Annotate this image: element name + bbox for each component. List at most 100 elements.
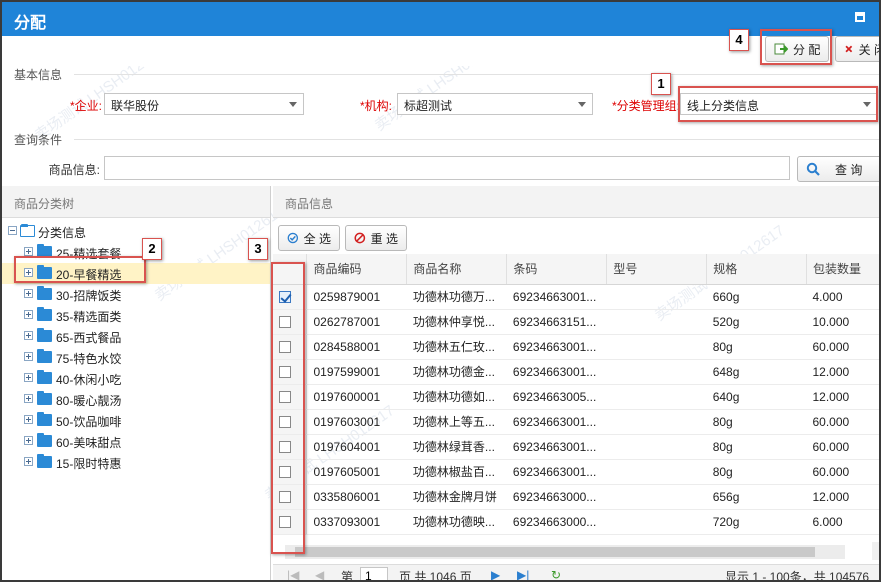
table-cell: 69234663005... — [506, 384, 607, 410]
folder-icon — [37, 307, 52, 321]
assign-button[interactable]: 分 配 — [765, 36, 830, 62]
row-checkbox[interactable] — [279, 291, 291, 304]
table-row[interactable]: 0284588001 功德林五仁玫... 69234663001... 80g 60.0… — [273, 334, 879, 360]
expand-icon[interactable] — [24, 247, 33, 256]
column-header[interactable]: 商品编码 — [306, 254, 408, 285]
row-checkbox[interactable] — [279, 341, 291, 354]
expand-icon[interactable] — [24, 457, 33, 466]
refresh-icon[interactable]: ↻ — [551, 568, 561, 580]
annotation-badge-3: 3 — [248, 238, 268, 260]
row-checkbox[interactable] — [279, 416, 291, 429]
prev-page-icon[interactable]: ◀ — [315, 568, 324, 580]
expand-icon[interactable] — [24, 352, 33, 361]
tree-item[interactable]: 60-美味甜点 — [2, 431, 270, 452]
expand-icon[interactable] — [24, 289, 33, 298]
column-header[interactable]: 商品名称 — [406, 254, 508, 285]
table-row[interactable]: 0335806001 功德林金牌月饼 69234663000... 656g 12.00… — [273, 484, 879, 510]
tree-item[interactable]: 25-精选套餐 — [2, 242, 270, 263]
table-cell — [606, 484, 707, 510]
expand-icon[interactable] — [24, 331, 33, 340]
select-all-label: 全 选 — [303, 231, 331, 246]
row-checkbox-cell[interactable] — [273, 284, 308, 310]
column-header[interactable]: 条码 — [506, 254, 608, 285]
scroll-thumb[interactable] — [295, 547, 815, 557]
row-checkbox[interactable] — [279, 441, 291, 454]
row-checkbox-cell[interactable] — [273, 434, 308, 460]
expand-icon[interactable] — [24, 373, 33, 382]
page-number-input[interactable] — [360, 567, 388, 580]
table-row[interactable]: 0197605001 功德林椒盐百... 69234663001... 80g 60.0… — [273, 459, 879, 485]
row-checkbox-cell[interactable] — [273, 459, 308, 485]
collapse-icon[interactable] — [8, 226, 17, 235]
tree-item[interactable]: 75-特色水饺 — [2, 347, 270, 368]
tree-item[interactable]: 65-西式餐品 — [2, 326, 270, 347]
org-select[interactable]: 标超测试 — [397, 93, 593, 115]
table-cell: 0262787001 — [306, 309, 407, 335]
row-checkbox[interactable] — [279, 516, 291, 529]
tree-item[interactable]: 50-饮品咖啡 — [2, 410, 270, 431]
divider — [74, 74, 879, 75]
row-checkbox-cell[interactable] — [273, 409, 308, 435]
enterprise-select[interactable]: 联华股份 — [104, 93, 304, 115]
select-all-button[interactable]: 全 选 — [278, 225, 340, 251]
row-checkbox-cell[interactable] — [273, 384, 308, 410]
tree-item-selected[interactable]: 20-早餐精选 — [2, 263, 270, 284]
last-page-icon[interactable]: ▶| — [517, 568, 529, 580]
table-row[interactable]: 0197604001 功德林绿茸香... 69234663001... 80g 60.0… — [273, 434, 879, 460]
table-cell: 功德林椒盐百... — [406, 459, 507, 485]
table-cell — [606, 384, 707, 410]
maximize-icon[interactable] — [855, 12, 865, 22]
table-row[interactable]: 0337093001 功德林功德映... 69234663000... 720g 6.0… — [273, 509, 879, 535]
table-row[interactable]: 0197600001 功德林功德如... 69234663005... 640g 12.… — [273, 384, 879, 410]
table-cell: 80g — [706, 334, 807, 360]
table-row[interactable]: 0197599001 功德林功德金... 69234663001... 648g 12.… — [273, 359, 879, 385]
table-cell: 80g — [706, 434, 807, 460]
tree-item-label: 30-招牌饭类 — [56, 289, 122, 303]
vertical-scrollbar[interactable] — [872, 542, 879, 560]
row-checkbox-cell[interactable] — [273, 334, 308, 360]
row-checkbox[interactable] — [279, 366, 291, 379]
column-header[interactable]: 规格 — [706, 254, 807, 285]
product-grid: 商品编码 商品名称 条码 型号 规格 包装数量 0259879001 功德林功德万… — [273, 254, 879, 544]
reselect-button[interactable]: 重 选 — [345, 225, 407, 251]
tree-item-label: 50-饮品咖啡 — [56, 415, 122, 429]
product-table: 商品编码 商品名称 条码 型号 规格 包装数量 0259879001 功德林功德万… — [273, 254, 879, 535]
divider — [74, 139, 879, 140]
row-checkbox-cell[interactable] — [273, 509, 308, 535]
tree-item[interactable]: 80-暖心靓汤 — [2, 389, 270, 410]
expand-icon[interactable] — [24, 415, 33, 424]
table-row[interactable]: 0197603001 功德林上等五... 69234663001... 80g 60.0… — [273, 409, 879, 435]
category-group-select[interactable]: 线上分类信息 — [680, 93, 878, 115]
section-query: 查询条件 — [14, 133, 63, 147]
tree-item[interactable]: 40-休闲小吃 — [2, 368, 270, 389]
row-checkbox-cell[interactable] — [273, 484, 308, 510]
horizontal-scrollbar[interactable] — [285, 545, 845, 559]
table-cell: 功德林功德金... — [406, 359, 507, 385]
tree-item[interactable]: 35-精选面类 — [2, 305, 270, 326]
expand-icon[interactable] — [24, 436, 33, 445]
annotation-badge-1: 1 — [651, 73, 671, 95]
table-cell: 640g — [706, 384, 807, 410]
expand-icon[interactable] — [24, 268, 33, 277]
row-checkbox-cell[interactable] — [273, 359, 308, 385]
expand-icon[interactable] — [24, 310, 33, 319]
close-button[interactable]: 关 闭 — [835, 36, 879, 62]
tree-item[interactable]: 15-限时特惠 — [2, 452, 270, 473]
row-checkbox[interactable] — [279, 316, 291, 329]
folder-icon — [37, 433, 52, 447]
next-page-icon[interactable]: ▶ — [491, 568, 500, 580]
row-checkbox-cell[interactable] — [273, 309, 308, 335]
table-row[interactable]: 0262787001 功德林仲享悦... 69234663151... 520g 10.… — [273, 309, 879, 335]
row-checkbox[interactable] — [279, 466, 291, 479]
row-checkbox[interactable] — [279, 391, 291, 404]
column-header[interactable]: 型号 — [606, 254, 708, 285]
expand-icon[interactable] — [24, 394, 33, 403]
product-input[interactable] — [104, 156, 790, 180]
tree-item[interactable]: 30-招牌饭类 — [2, 284, 270, 305]
row-checkbox[interactable] — [279, 491, 291, 504]
query-button[interactable]: 查 询 — [797, 156, 879, 182]
table-row[interactable]: 0259879001 功德林功德万... 69234663001... 660g 4.0… — [273, 284, 879, 310]
tree-root[interactable]: 分类信息 — [2, 221, 270, 242]
first-page-icon[interactable]: |◀ — [287, 568, 299, 580]
column-header[interactable]: 包装数量 — [806, 254, 879, 285]
